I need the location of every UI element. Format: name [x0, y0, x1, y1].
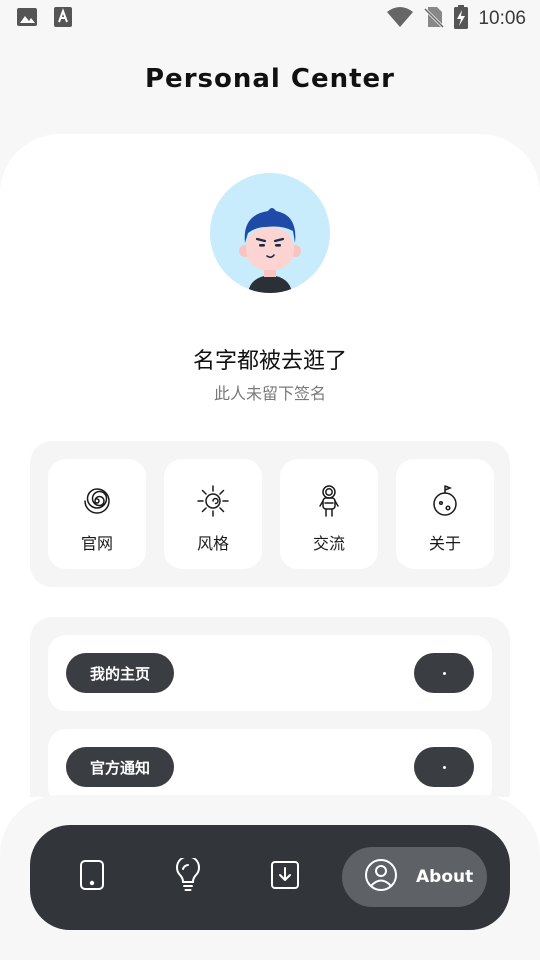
shortcut-grid: 官网 风格 交流 关于 — [30, 441, 510, 587]
nav-phone[interactable] — [62, 847, 122, 907]
grid-item-label: 交流 — [312, 534, 345, 553]
row-dot-button[interactable] — [414, 653, 474, 693]
grid-item-website[interactable]: 官网 — [48, 459, 146, 569]
nav-idea[interactable] — [158, 847, 218, 907]
grid-item-label: 官网 — [80, 534, 113, 553]
nav-about-label: About — [416, 867, 474, 887]
planet-icon — [427, 483, 463, 519]
status-bar: 10:06 — [0, 0, 540, 38]
grid-item-label: 关于 — [428, 534, 461, 553]
user-signature: 此人未留下签名 — [213, 384, 326, 403]
image-icon — [16, 7, 38, 31]
user-name: 名字都被去逛了 — [192, 349, 347, 374]
bottom-nav: About — [30, 825, 510, 930]
spiral-icon — [79, 483, 115, 519]
grid-item-style[interactable]: 风格 — [164, 459, 262, 569]
list-item-label: 官方通知 — [66, 747, 175, 787]
astronaut-icon — [311, 483, 347, 519]
user-icon — [364, 858, 398, 896]
no-sim-icon — [424, 6, 445, 32]
avatar[interactable] — [210, 173, 330, 293]
phone-icon — [78, 859, 106, 895]
grid-item-about[interactable]: 关于 — [396, 459, 494, 569]
menu-list: 我的主页 官方通知 — [30, 617, 510, 805]
list-item-label: 我的主页 — [66, 653, 175, 693]
dot-icon — [442, 671, 446, 675]
page-title: Personal Center — [145, 64, 395, 94]
lightbulb-icon — [173, 855, 203, 896]
row-dot-button[interactable] — [414, 747, 474, 787]
sun-spiral-icon — [195, 483, 231, 519]
dot-icon — [442, 765, 446, 769]
nav-about[interactable]: About — [342, 847, 487, 907]
battery-charging-icon — [454, 5, 469, 33]
download-icon — [270, 860, 300, 894]
nav-download[interactable] — [255, 847, 315, 907]
grid-item-label: 风格 — [196, 534, 229, 553]
grid-item-community[interactable]: 交流 — [280, 459, 378, 569]
list-item[interactable]: 我的主页 — [48, 635, 492, 711]
status-time: 10:06 — [478, 8, 526, 29]
wifi-icon — [386, 6, 414, 32]
text-a-icon — [54, 7, 72, 31]
list-item[interactable]: 官方通知 — [48, 729, 492, 805]
